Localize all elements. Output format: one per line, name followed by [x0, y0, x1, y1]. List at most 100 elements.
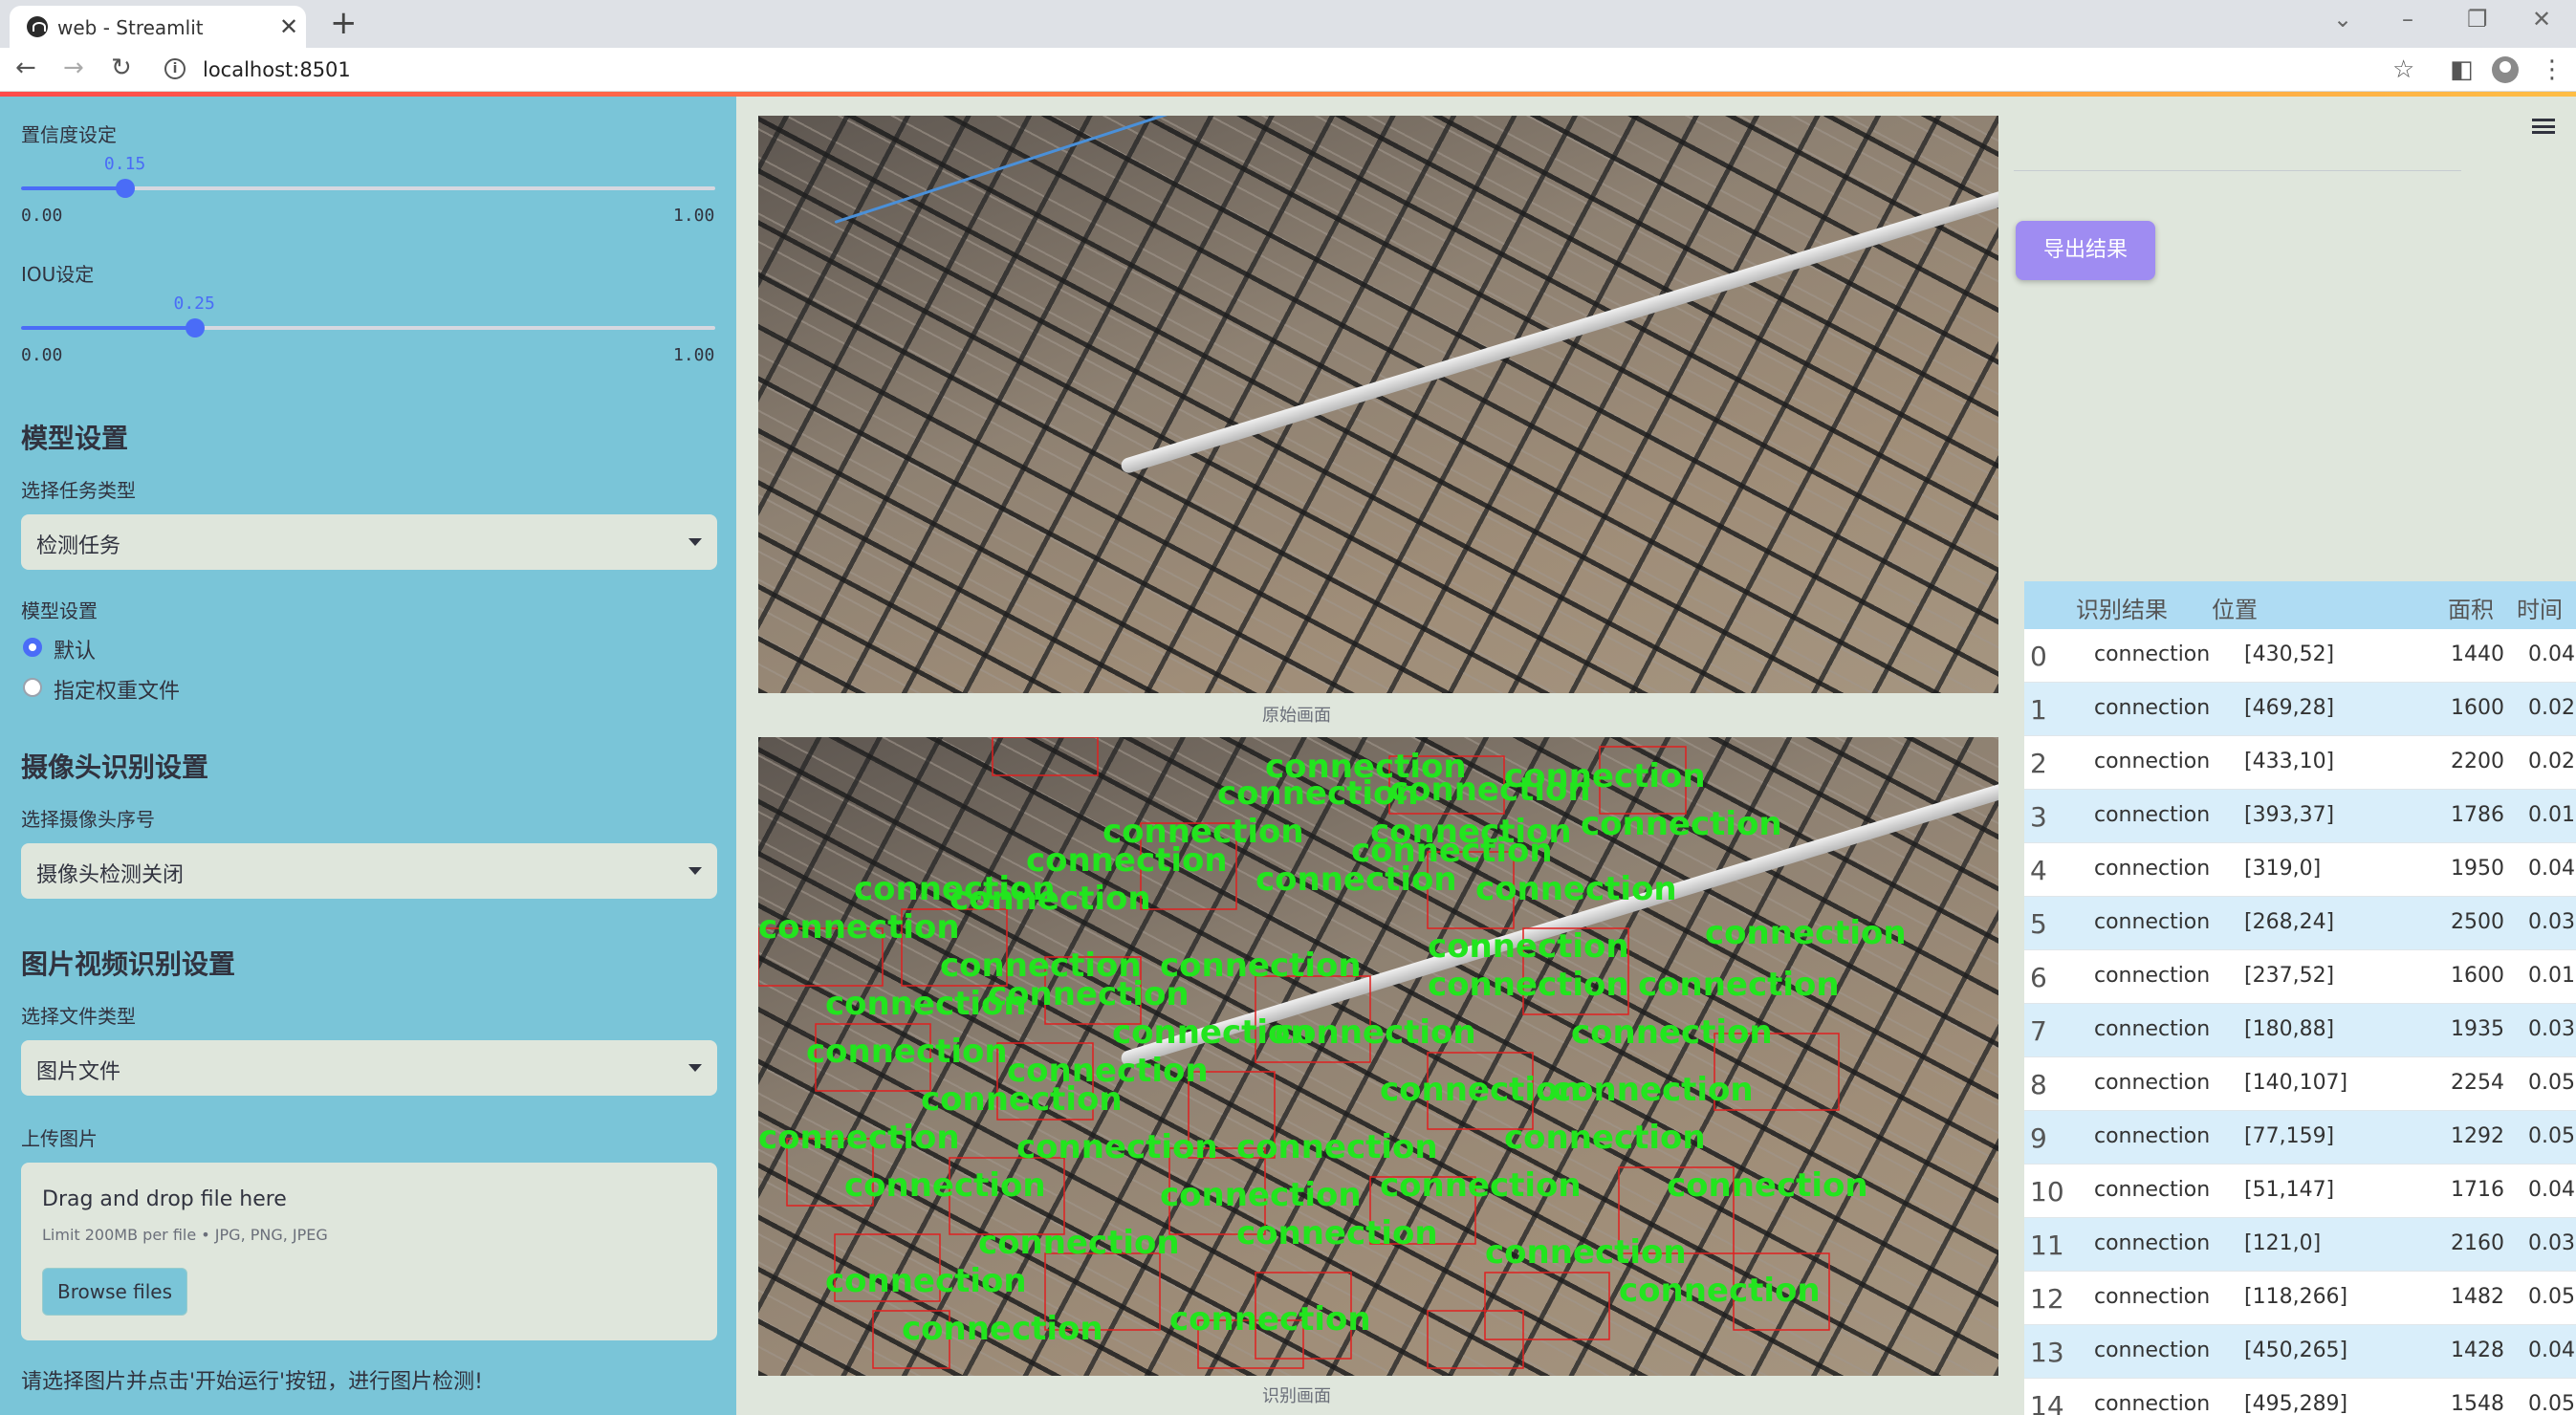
- row-index: 1: [2030, 694, 2047, 726]
- restore-icon[interactable]: ❐: [2467, 6, 2488, 33]
- detection-label: connection: [1485, 1233, 1687, 1272]
- iou-slider-fill: [21, 326, 195, 330]
- table-row[interactable]: 8 connection [140,107] 2254 0.05: [2024, 1057, 2576, 1111]
- browse-files-button[interactable]: Browse files: [42, 1268, 187, 1316]
- table-row[interactable]: 0 connection [430,52] 1440 0.04: [2024, 629, 2576, 683]
- cell-result: connection: [2094, 1392, 2211, 1415]
- cell-area: 1600: [2451, 696, 2504, 720]
- table-row[interactable]: 2 connection [433,10] 2200 0.02: [2024, 736, 2576, 790]
- cell-time: 0.04: [2528, 1339, 2575, 1362]
- table-row[interactable]: 9 connection [77,159] 1292 0.05: [2024, 1111, 2576, 1165]
- browser-menu-icon[interactable]: ⋮: [2540, 55, 2565, 84]
- tab-list-chevron-icon[interactable]: ⌄: [2333, 6, 2352, 33]
- detection-label: connection: [1389, 771, 1591, 809]
- cell-position: [237,52]: [2244, 964, 2335, 988]
- cell-result: connection: [2094, 642, 2211, 666]
- cell-result: connection: [2094, 910, 2211, 934]
- cell-result: connection: [2094, 1178, 2211, 1202]
- cell-area: 1440: [2451, 642, 2504, 666]
- cell-result: connection: [2094, 696, 2211, 720]
- cell-result: connection: [2094, 750, 2211, 773]
- back-icon[interactable]: ←: [15, 54, 36, 82]
- table-row[interactable]: 3 connection [393,37] 1786 0.01: [2024, 790, 2576, 843]
- detection-label: connection: [1619, 1272, 1821, 1310]
- detection-box: [992, 737, 1099, 776]
- table-row[interactable]: 11 connection [121,0] 2160 0.03: [2024, 1218, 2576, 1272]
- new-tab-icon[interactable]: +: [330, 6, 358, 40]
- reload-icon[interactable]: ↻: [111, 54, 132, 82]
- footer-hint: 请选择图片并点击'开始运行'按钮，进行图片检测!: [21, 1370, 483, 1394]
- profile-avatar-icon[interactable]: [2492, 56, 2519, 83]
- row-index: 8: [2030, 1069, 2047, 1100]
- iou-value: 0.25: [173, 294, 215, 314]
- media-settings-heading: 图片视频识别设置: [21, 948, 236, 980]
- model-settings-heading: 模型设置: [21, 423, 129, 454]
- row-index: 0: [2030, 641, 2047, 672]
- streamlit-favicon-icon: [27, 16, 48, 37]
- cell-result: connection: [2094, 1285, 2211, 1309]
- detection-label: connection: [1275, 1013, 1476, 1052]
- cell-position: [121,0]: [2244, 1231, 2322, 1255]
- radio-custom-weights-indicator[interactable]: [23, 678, 42, 697]
- site-info-icon[interactable]: i: [164, 58, 186, 79]
- window-close-icon[interactable]: ✕: [2532, 6, 2551, 33]
- iou-slider-thumb[interactable]: [185, 318, 205, 337]
- column-header-result[interactable]: 识别结果: [2076, 591, 2168, 624]
- table-row[interactable]: 12 connection [118,266] 1482 0.05: [2024, 1272, 2576, 1325]
- radio-default-indicator[interactable]: [23, 638, 42, 657]
- original-image: [758, 116, 1998, 693]
- detection-label: connection: [902, 1310, 1103, 1348]
- table-row[interactable]: 1 connection [469,28] 1600 0.02: [2024, 683, 2576, 736]
- table-row[interactable]: 10 connection [51,147] 1716 0.04: [2024, 1165, 2576, 1218]
- cell-time: 0.05: [2528, 1071, 2575, 1095]
- row-index: 6: [2030, 962, 2047, 993]
- cell-position: [450,265]: [2244, 1339, 2348, 1362]
- cell-area: 2254: [2451, 1071, 2504, 1095]
- file-dropzone[interactable]: Drag and drop file here Limit 200MB per …: [21, 1163, 717, 1340]
- upload-label: 上传图片: [21, 1127, 98, 1150]
- browser-tab-bar: web - Streamlit ✕ + ⌄ – ❐ ✕: [0, 0, 2576, 48]
- table-row[interactable]: 5 connection [268,24] 2500 0.03: [2024, 897, 2576, 950]
- url-field[interactable]: localhost:8501: [203, 58, 351, 81]
- camera-settings-heading: 摄像头识别设置: [21, 751, 209, 783]
- browser-tab[interactable]: web - Streamlit ✕: [10, 6, 306, 48]
- detection-label: connection: [1475, 870, 1677, 908]
- task-type-select[interactable]: 检测任务: [21, 514, 717, 570]
- confidence-slider-thumb[interactable]: [115, 179, 135, 198]
- camera-select[interactable]: 摄像头检测关闭: [21, 843, 717, 899]
- results-table[interactable]: 识别结果 位置 面积 时间 0 connection [430,52] 1440 0.0…: [2024, 581, 2576, 1415]
- hamburger-menu-icon[interactable]: [2532, 119, 2555, 134]
- table-row[interactable]: 4 connection [319,0] 1950 0.04: [2024, 843, 2576, 897]
- close-tab-icon[interactable]: ✕: [279, 13, 298, 40]
- table-row[interactable]: 13 connection [450,265] 1428 0.04: [2024, 1325, 2576, 1379]
- confidence-slider[interactable]: [21, 179, 715, 198]
- detection-label: connection: [921, 1080, 1123, 1119]
- bookmark-star-icon[interactable]: ☆: [2392, 55, 2414, 84]
- cell-result: connection: [2094, 1231, 2211, 1255]
- detection-label: connection: [1705, 914, 1907, 952]
- detection-label: connection: [758, 1119, 960, 1157]
- file-type-select[interactable]: 图片文件: [21, 1040, 717, 1096]
- forward-icon[interactable]: →: [63, 54, 84, 82]
- table-row[interactable]: 6 connection [237,52] 1600 0.01: [2024, 950, 2576, 1004]
- table-row[interactable]: 14 connection [495,289] 1548 0.05: [2024, 1379, 2576, 1415]
- column-header-time[interactable]: 时间: [2517, 591, 2563, 624]
- model-option-label: 模型设置: [21, 599, 98, 622]
- detection-label: connection: [1255, 860, 1457, 899]
- iou-slider[interactable]: [21, 318, 715, 337]
- row-index: 7: [2030, 1015, 2047, 1047]
- cell-area: 1428: [2451, 1339, 2504, 1362]
- minimize-icon[interactable]: –: [2402, 6, 2413, 33]
- cell-area: 1482: [2451, 1285, 2504, 1309]
- side-panel-icon[interactable]: ◧: [2450, 55, 2474, 84]
- camera-value: 摄像头检测关闭: [36, 863, 185, 887]
- column-header-area[interactable]: 面积: [2448, 591, 2494, 624]
- cell-time: 0.03: [2528, 1017, 2575, 1041]
- table-row[interactable]: 7 connection [180,88] 1935 0.03: [2024, 1004, 2576, 1057]
- column-header-position[interactable]: 位置: [2212, 591, 2258, 624]
- export-results-button[interactable]: 导出结果: [2016, 221, 2155, 280]
- detection-label: connection: [1667, 1166, 1868, 1205]
- dropzone-title: Drag and drop file here: [42, 1187, 287, 1211]
- row-index: 4: [2030, 855, 2047, 886]
- chevron-down-icon: [688, 867, 702, 875]
